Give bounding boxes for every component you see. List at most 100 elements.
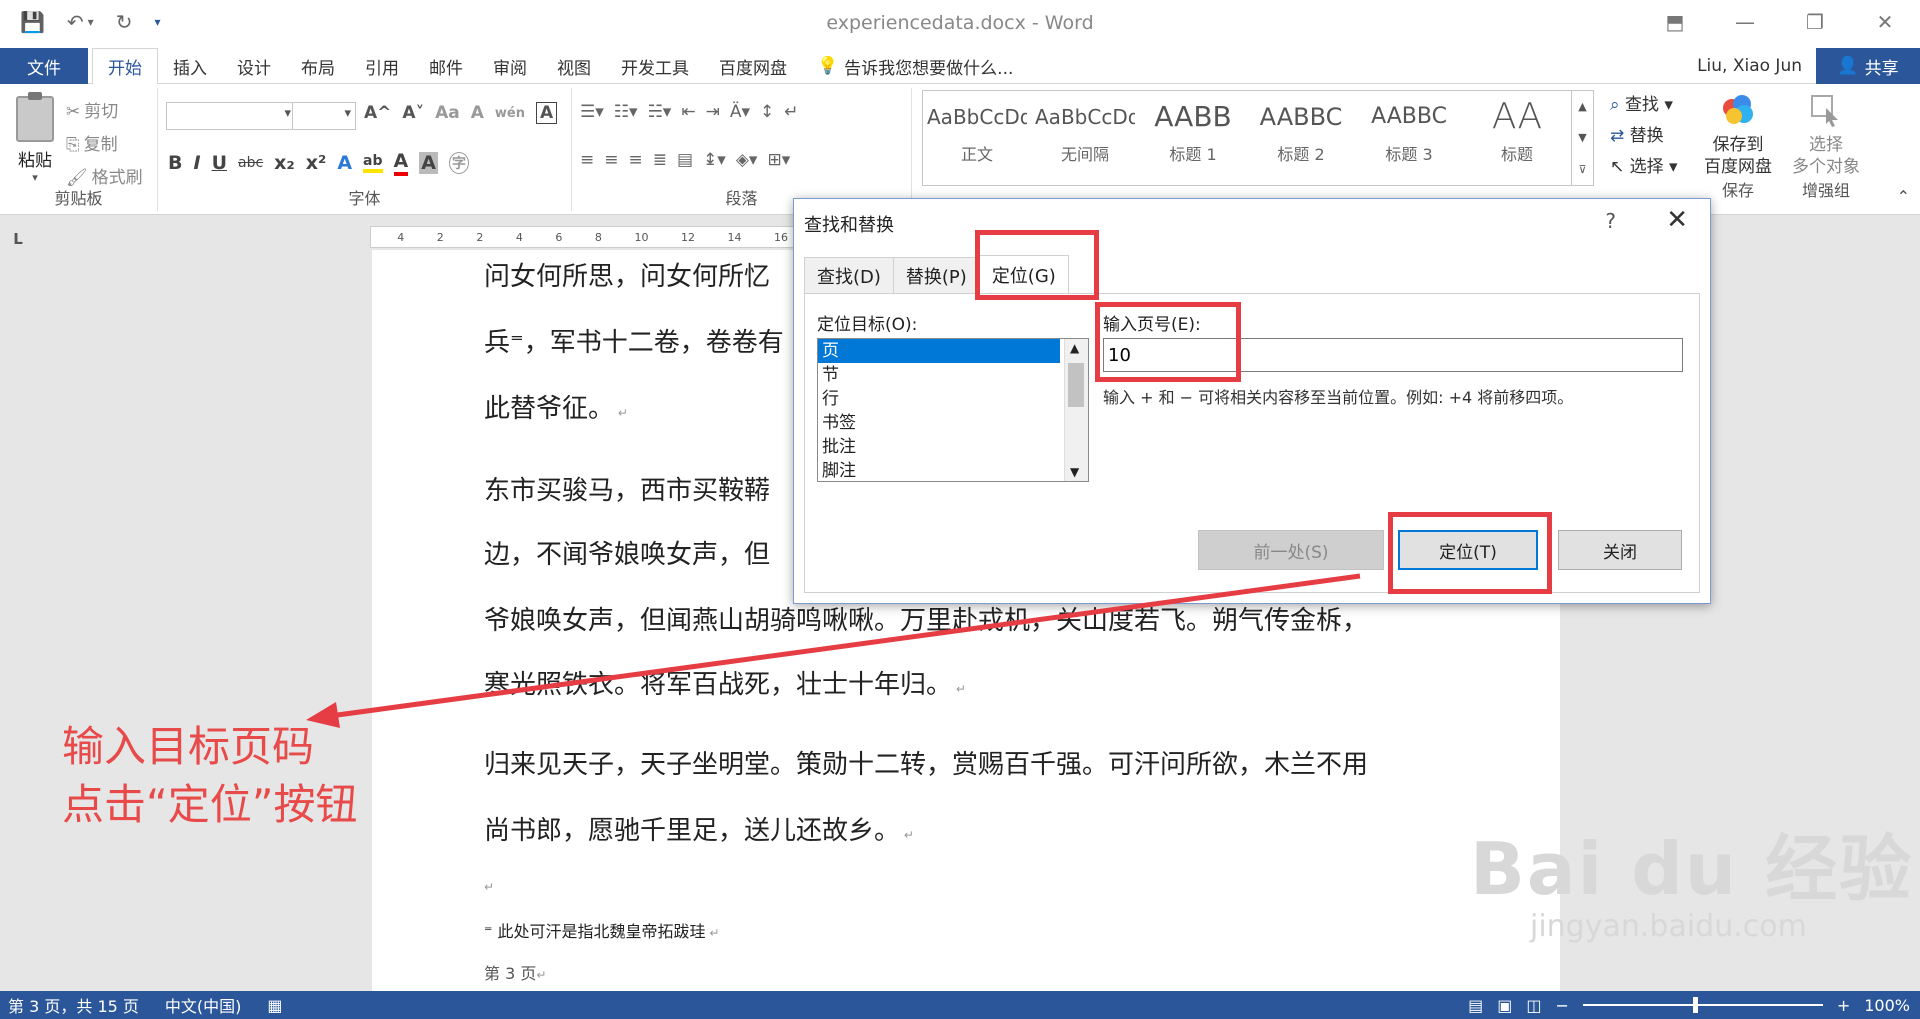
italic-button[interactable]: I [193,152,200,174]
multilevel-list-icon[interactable]: ☵▾ [648,102,672,122]
select-objects-button[interactable]: 选择 多个对象 增强组 [1786,90,1866,202]
minimize-button[interactable]: — [1710,0,1780,44]
list-item[interactable]: 行 [818,387,1060,411]
grow-font-button[interactable]: A^ [364,103,391,123]
chevron-up-icon[interactable]: ▲ [1070,341,1079,355]
list-item[interactable]: 页 [818,339,1060,363]
list-item[interactable]: 批注 [818,435,1060,459]
user-name[interactable]: Liu, Xiao Jun [1697,56,1802,76]
show-marks-icon[interactable]: ↵ [784,102,798,122]
chevron-down-icon[interactable]: ▼ [1070,465,1079,479]
dialog-close-icon[interactable]: ✕ [1666,205,1688,235]
increase-indent-icon[interactable]: ⇥ [706,102,720,122]
subscript-button[interactable]: x₂ [274,152,295,174]
pinyin-guide-icon[interactable]: wén [495,106,525,121]
macro-record-icon[interactable]: ▦ [267,996,282,1015]
find-button[interactable]: ⌕ 查找 ▾ [1610,90,1678,121]
page-count-status[interactable]: 第 3 页，共 15 页 [8,993,139,1017]
tab-home[interactable]: 开始 [92,48,158,85]
superscript-button[interactable]: x² [306,152,327,174]
list-item[interactable]: 节 [818,363,1060,387]
list-scrollbar[interactable]: ▲ ▼ [1064,339,1088,481]
shading-icon[interactable]: ◈▾ [736,150,758,170]
style-heading-3[interactable]: AABBC 标题 3 [1355,91,1463,185]
list-item[interactable]: 脚注 [818,459,1060,483]
previous-button[interactable]: 前一处(S) [1198,530,1384,570]
zoom-level[interactable]: 100% [1864,996,1910,1015]
tab-baidu-netdisk[interactable]: 百度网盘 [704,48,802,84]
paste-button[interactable]: 粘贴 ▾ [10,92,60,184]
select-button[interactable]: ↖ 选择 ▾ [1610,152,1678,183]
shrink-font-button[interactable]: A˅ [402,103,424,123]
clear-format-button[interactable]: A [471,103,484,123]
scroll-down-icon[interactable]: ▼ [1578,131,1586,144]
sort-icon[interactable]: ↕ [760,102,774,122]
tab-design[interactable]: 设计 [222,48,286,84]
tab-insert[interactable]: 插入 [158,48,222,84]
zoom-in-icon[interactable]: + [1837,996,1850,1015]
cut-button[interactable]: ✂ 剪切 [66,96,143,129]
underline-button[interactable]: U [212,152,227,174]
zoom-slider-knob[interactable] [1692,997,1698,1013]
scroll-up-icon[interactable]: ▲ [1578,100,1586,113]
close-window-button[interactable]: ✕ [1850,0,1920,44]
tab-layout[interactable]: 布局 [286,48,350,84]
web-layout-icon[interactable]: ◫ [1526,996,1541,1015]
style-title[interactable]: AA 标题 [1463,91,1571,185]
replace-button[interactable]: ⇄ 替换 [1610,121,1678,152]
enclose-characters-button[interactable]: 字 [448,152,469,174]
style-heading-2[interactable]: AABBC 标题 2 [1247,91,1355,185]
share-button[interactable]: 👤 共享 [1816,48,1920,84]
zoom-slider[interactable] [1582,997,1823,1013]
line-spacing-icon[interactable]: ↨▾ [703,150,726,170]
scroll-thumb[interactable] [1068,363,1084,407]
font-name-combo[interactable] [166,102,296,130]
language-status[interactable]: 中文(中国) [165,993,242,1017]
style-no-spacing[interactable]: AaBbCcDd 无间隔 [1031,91,1139,185]
list-item[interactable]: 书签 [818,411,1060,435]
tab-replace[interactable]: 替换(P) [892,257,980,293]
character-shading-button[interactable]: A [419,152,438,174]
styles-scroll[interactable]: ▲ ▼ ⊽ [1571,91,1593,185]
numbering-icon[interactable]: ☷▾ [614,102,638,122]
tab-mailings[interactable]: 邮件 [414,48,478,84]
borders-icon[interactable]: ⊞▾ [767,150,790,170]
tab-view[interactable]: 视图 [542,48,606,84]
zoom-out-icon[interactable]: − [1555,996,1568,1015]
help-button[interactable]: ? [1605,209,1616,233]
save-to-baidu-button[interactable]: 保存到 百度网盘 保存 [1700,90,1776,202]
text-direction-icon[interactable]: Ä▾ [730,102,750,122]
align-right-icon[interactable]: ≡ [629,150,643,170]
decrease-indent-icon[interactable]: ⇤ [681,102,695,122]
tell-me-search[interactable]: 💡 告诉我您想要做什么... [802,48,1028,84]
goto-target-list[interactable]: 页 节 行 书签 批注 脚注 ▲ ▼ [817,338,1089,482]
change-case-button[interactable]: Aa [435,103,460,123]
bullets-icon[interactable]: ☰▾ [580,102,604,122]
align-center-icon[interactable]: ≡ [604,150,618,170]
tab-references[interactable]: 引用 [350,48,414,84]
print-layout-icon[interactable]: ▣ [1497,996,1512,1015]
align-left-icon[interactable]: ≡ [580,150,594,170]
tab-developer[interactable]: 开发工具 [606,48,704,84]
justify-icon[interactable]: ≣ [653,150,667,170]
font-color-button[interactable]: A [393,150,409,176]
tab-file[interactable]: 文件 [0,48,88,84]
read-mode-icon[interactable]: ▤ [1468,996,1483,1015]
text-effects-button[interactable]: A [337,152,352,174]
more-styles-icon[interactable]: ⊽ [1578,163,1586,176]
bold-button[interactable]: B [168,152,182,174]
ribbon-display-options-button[interactable]: ⬒ [1640,0,1710,44]
copy-button[interactable]: ⎘ 复制 [66,129,143,162]
style-normal[interactable]: AaBbCcDd 正文 [923,91,1031,185]
highlight-button[interactable]: ab [363,153,383,173]
style-heading-1[interactable]: AABB 标题 1 [1139,91,1247,185]
font-size-combo[interactable] [292,102,356,130]
collapse-ribbon-icon[interactable]: ⌃ [1897,187,1910,206]
strikethrough-button[interactable]: abc [238,155,263,171]
tab-review[interactable]: 审阅 [478,48,542,84]
tab-selector[interactable]: L [0,224,36,254]
character-border-icon[interactable]: A [535,102,558,124]
restore-button[interactable]: ❐ [1780,0,1850,44]
tab-find[interactable]: 查找(D) [804,257,894,293]
dialog-close-button[interactable]: 关闭 [1558,530,1682,570]
